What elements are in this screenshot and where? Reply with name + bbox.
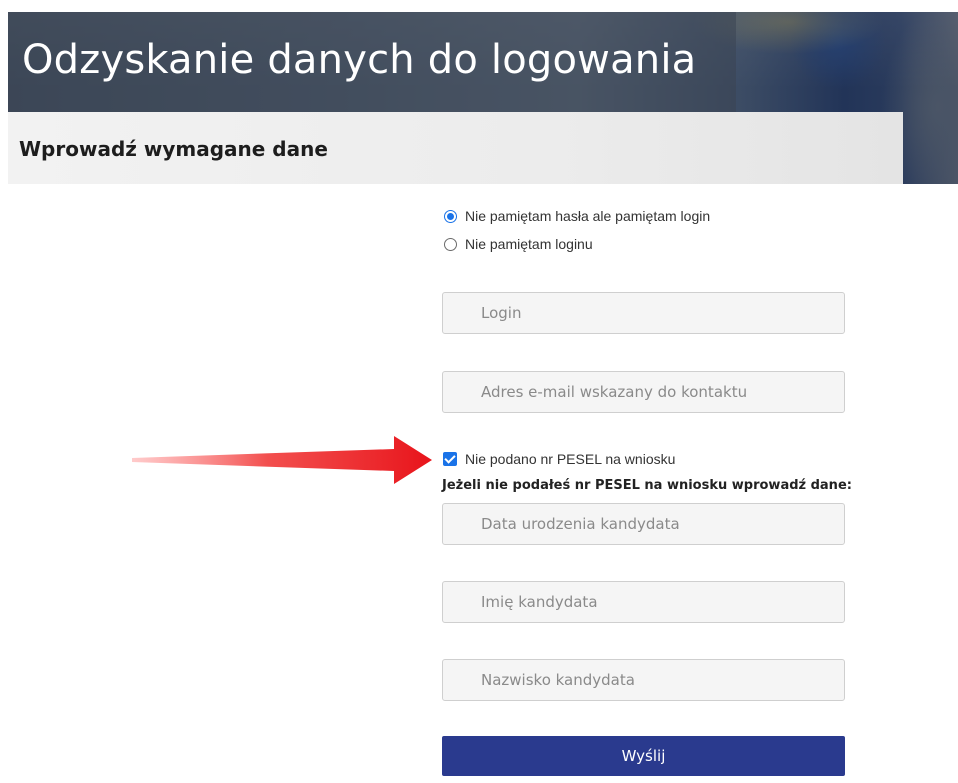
email-input[interactable] xyxy=(442,371,845,413)
page-title: Odzyskanie danych do logowania xyxy=(22,37,697,83)
pesel-hint-text: Jeżeli nie podałeś nr PESEL na wniosku w… xyxy=(442,478,852,493)
login-input[interactable] xyxy=(442,292,845,334)
last-name-input[interactable] xyxy=(442,659,845,701)
radio-button[interactable] xyxy=(444,237,457,251)
no-pesel-checkbox[interactable] xyxy=(443,452,457,466)
radio-forgot-login[interactable]: Nie pamiętam loginu xyxy=(442,233,846,255)
first-name-input[interactable] xyxy=(442,581,845,623)
header-banner: Odzyskanie danych do logowania Wprowadź … xyxy=(8,12,958,184)
radio-label: Nie pamiętam loginu xyxy=(465,236,593,252)
subtitle-box: Wprowadź wymagane dane xyxy=(8,112,903,184)
title-box: Odzyskanie danych do logowania xyxy=(8,12,736,112)
page-subtitle: Wprowadź wymagane dane xyxy=(19,137,328,161)
birth-date-input[interactable] xyxy=(442,503,845,545)
no-pesel-checkbox-row[interactable]: Nie podano nr PESEL na wniosku xyxy=(442,448,846,470)
no-pesel-checkbox-label: Nie podano nr PESEL na wniosku xyxy=(465,451,676,467)
radio-label: Nie pamiętam hasła ale pamiętam login xyxy=(465,208,711,224)
page: Odzyskanie danych do logowania Wprowadź … xyxy=(0,0,958,783)
recovery-form: Nie pamiętam hasła ale pamiętam login Ni… xyxy=(442,205,852,776)
radio-remember-login[interactable]: Nie pamiętam hasła ale pamiętam login xyxy=(442,205,846,227)
radio-button-selected[interactable] xyxy=(444,209,457,223)
red-arrow-icon xyxy=(132,436,432,484)
submit-button[interactable]: Wyślij xyxy=(442,736,845,776)
